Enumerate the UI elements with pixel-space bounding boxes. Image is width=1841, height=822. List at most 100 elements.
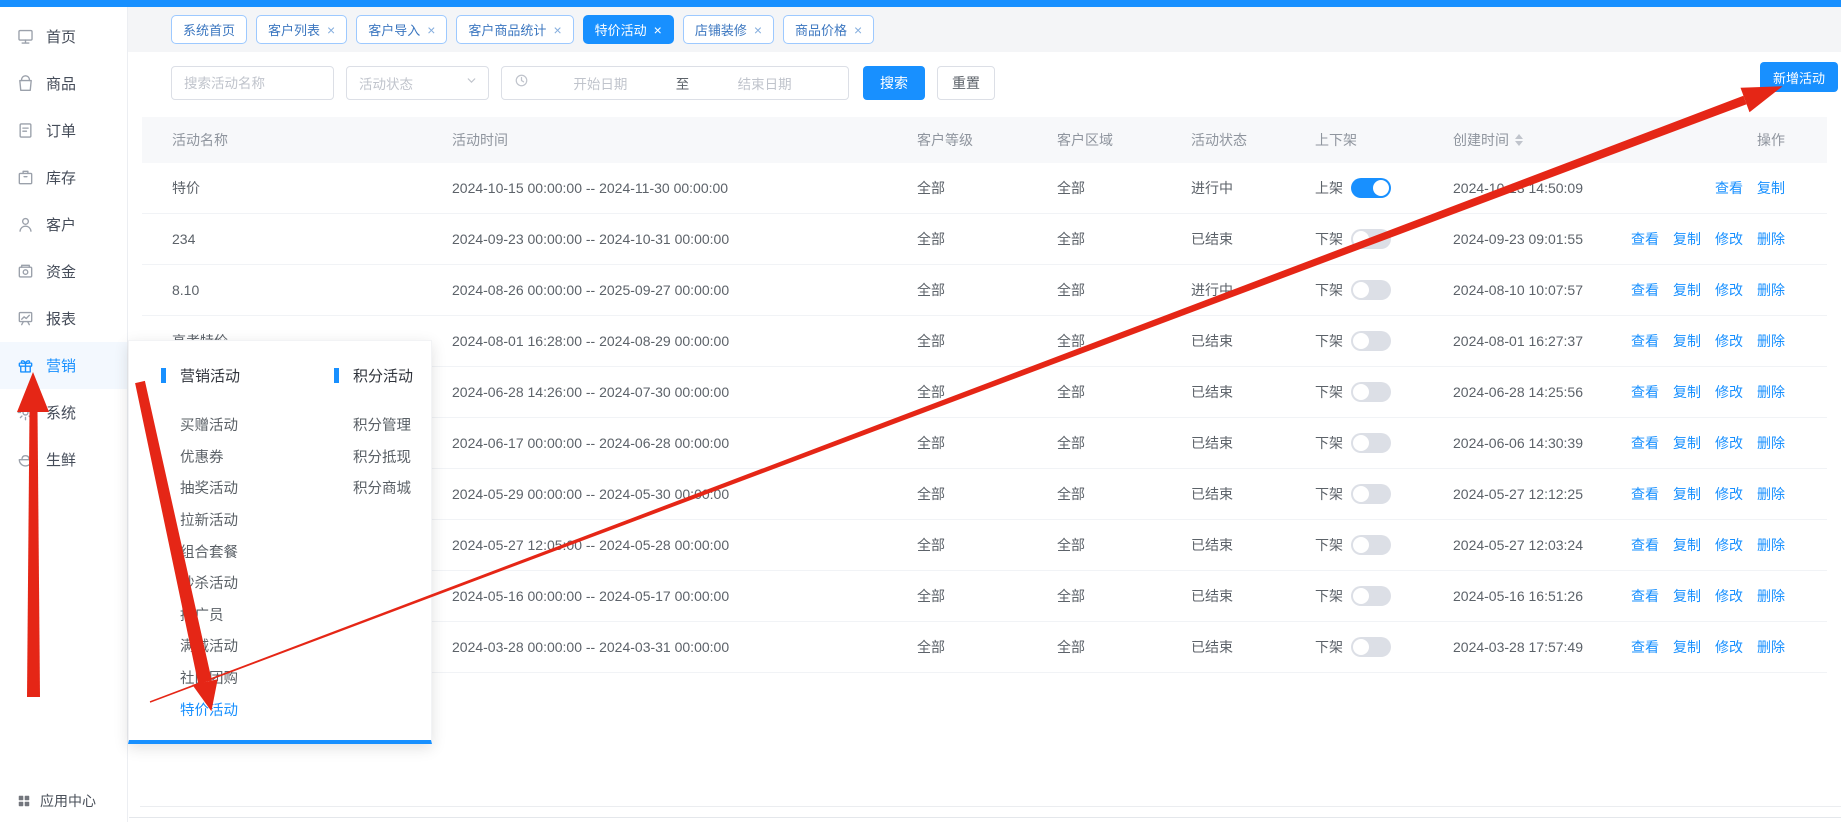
shelf-toggle[interactable] <box>1351 178 1391 198</box>
tab-special-price[interactable]: 特价活动 × <box>583 15 674 44</box>
close-icon[interactable]: × <box>854 23 862 37</box>
flyout-item-buy-gift[interactable]: 买赠活动 <box>161 409 304 441</box>
action-view-link[interactable]: 查看 <box>1631 433 1659 453</box>
action-view-link[interactable]: 查看 <box>1631 382 1659 402</box>
cell-shelf: 上架 <box>1315 178 1453 198</box>
shelf-toggle[interactable] <box>1351 331 1391 351</box>
flyout-item-promoter[interactable]: 推广员 <box>161 599 304 631</box>
tab-customer-import[interactable]: 客户导入 × <box>356 15 447 44</box>
sidebar-item-fresh[interactable]: 生鲜 <box>0 436 127 483</box>
action-copy-link[interactable]: 复制 <box>1673 637 1701 657</box>
close-icon[interactable]: × <box>654 23 662 37</box>
sidebar-item-orders[interactable]: 订单 <box>0 107 127 154</box>
action-edit-link[interactable]: 修改 <box>1715 586 1743 606</box>
shelf-toggle[interactable] <box>1351 382 1391 402</box>
action-copy-link[interactable]: 复制 <box>1673 229 1701 249</box>
close-icon[interactable]: × <box>553 23 561 37</box>
action-delete-link[interactable]: 删除 <box>1757 586 1785 606</box>
close-icon[interactable]: × <box>427 23 435 37</box>
flyout-item-seckill[interactable]: 秒杀活动 <box>161 567 304 599</box>
shelf-toggle[interactable] <box>1351 433 1391 453</box>
sidebar-item-marketing[interactable]: 营销 <box>0 342 127 389</box>
shelf-toggle[interactable] <box>1351 484 1391 504</box>
sidebar-item-funds[interactable]: 资金 <box>0 248 127 295</box>
action-copy-link[interactable]: 复制 <box>1673 433 1701 453</box>
cell-customer-level: 全部 <box>917 178 1057 198</box>
search-button[interactable]: 搜索 <box>863 66 925 100</box>
action-view-link[interactable]: 查看 <box>1631 535 1659 555</box>
sidebar-item-system[interactable]: 系统 <box>0 389 127 436</box>
column-header: 操作 <box>1683 130 1827 150</box>
action-edit-link[interactable]: 修改 <box>1715 280 1743 300</box>
shelf-toggle[interactable] <box>1351 535 1391 555</box>
flyout-item-discount[interactable]: 满减活动 <box>161 630 304 662</box>
close-icon[interactable]: × <box>754 23 762 37</box>
action-delete-link[interactable]: 删除 <box>1757 433 1785 453</box>
shelf-toggle[interactable] <box>1351 637 1391 657</box>
action-copy-link[interactable]: 复制 <box>1673 484 1701 504</box>
tab-system-home[interactable]: 系统首页 <box>171 15 247 44</box>
status-select[interactable]: 活动状态 <box>346 66 489 100</box>
shelf-toggle[interactable] <box>1351 280 1391 300</box>
cell-actions: 查看复制修改删除 <box>1683 586 1827 606</box>
tab-customer-goods-stats[interactable]: 客户商品统计 × <box>456 15 573 44</box>
shelf-toggle[interactable] <box>1351 229 1391 249</box>
action-view-link[interactable]: 查看 <box>1631 484 1659 504</box>
action-delete-link[interactable]: 删除 <box>1757 484 1785 504</box>
cell-customer-level: 全部 <box>917 331 1057 351</box>
shelf-toggle[interactable] <box>1351 586 1391 606</box>
tab-goods-price[interactable]: 商品价格 × <box>783 15 874 44</box>
action-edit-link[interactable]: 修改 <box>1715 535 1743 555</box>
flyout-item-lottery[interactable]: 抽奖活动 <box>161 472 304 504</box>
action-delete-link[interactable]: 删除 <box>1757 382 1785 402</box>
reset-button[interactable]: 重置 <box>937 66 995 100</box>
flyout-item-coupon[interactable]: 优惠券 <box>161 441 304 473</box>
column-header[interactable]: 创建时间 <box>1453 130 1683 150</box>
action-delete-link[interactable]: 删除 <box>1757 535 1785 555</box>
action-view-link[interactable]: 查看 <box>1715 178 1743 198</box>
date-range-picker[interactable]: 开始日期 至 结束日期 <box>501 66 849 100</box>
action-view-link[interactable]: 查看 <box>1631 229 1659 249</box>
action-copy-link[interactable]: 复制 <box>1673 280 1701 300</box>
action-copy-link[interactable]: 复制 <box>1673 382 1701 402</box>
action-edit-link[interactable]: 修改 <box>1715 433 1743 453</box>
flyout-item-special-price[interactable]: 特价活动 <box>161 693 304 725</box>
sort-icon[interactable] <box>1515 134 1523 146</box>
tab-customer-list[interactable]: 客户列表 × <box>256 15 347 44</box>
flyout-item-combo[interactable]: 组合套餐 <box>161 535 304 567</box>
sidebar-item-reports[interactable]: 报表 <box>0 295 127 342</box>
action-delete-link[interactable]: 删除 <box>1757 229 1785 249</box>
sidebar-item-inventory[interactable]: 库存 <box>0 154 127 201</box>
action-copy-link[interactable]: 复制 <box>1673 586 1701 606</box>
action-delete-link[interactable]: 删除 <box>1757 637 1785 657</box>
action-view-link[interactable]: 查看 <box>1631 280 1659 300</box>
action-edit-link[interactable]: 修改 <box>1715 484 1743 504</box>
flyout-item-new-user[interactable]: 拉新活动 <box>161 504 304 536</box>
action-copy-link[interactable]: 复制 <box>1673 535 1701 555</box>
action-edit-link[interactable]: 修改 <box>1715 637 1743 657</box>
action-view-link[interactable]: 查看 <box>1631 637 1659 657</box>
action-edit-link[interactable]: 修改 <box>1715 331 1743 351</box>
action-delete-link[interactable]: 删除 <box>1757 280 1785 300</box>
flyout-item-points-deduct[interactable]: 积分抵现 <box>334 441 413 473</box>
action-view-link[interactable]: 查看 <box>1631 586 1659 606</box>
action-edit-link[interactable]: 修改 <box>1715 382 1743 402</box>
sidebar-item-customers[interactable]: 客户 <box>0 201 127 248</box>
sidebar-item-app-center[interactable]: 应用中心 <box>17 791 96 811</box>
action-copy-link[interactable]: 复制 <box>1673 331 1701 351</box>
sidebar-item-home[interactable]: 首页 <box>0 13 127 60</box>
flyout-item-community-group[interactable]: 社区团购 <box>161 662 304 694</box>
tab-shop-design[interactable]: 店铺装修 × <box>683 15 774 44</box>
action-view-link[interactable]: 查看 <box>1631 331 1659 351</box>
sidebar-item-goods[interactable]: 商品 <box>0 60 127 107</box>
close-icon[interactable]: × <box>327 23 335 37</box>
action-delete-link[interactable]: 删除 <box>1757 331 1785 351</box>
cell-shelf: 下架 <box>1315 382 1453 402</box>
cell-activity-name: 特价 <box>142 178 452 198</box>
flyout-item-points-manage[interactable]: 积分管理 <box>334 409 413 441</box>
search-input[interactable] <box>171 66 334 100</box>
action-copy-link[interactable]: 复制 <box>1757 178 1785 198</box>
action-edit-link[interactable]: 修改 <box>1715 229 1743 249</box>
flyout-item-points-mall[interactable]: 积分商城 <box>334 472 413 504</box>
add-activity-button[interactable]: 新增活动 <box>1760 62 1838 92</box>
